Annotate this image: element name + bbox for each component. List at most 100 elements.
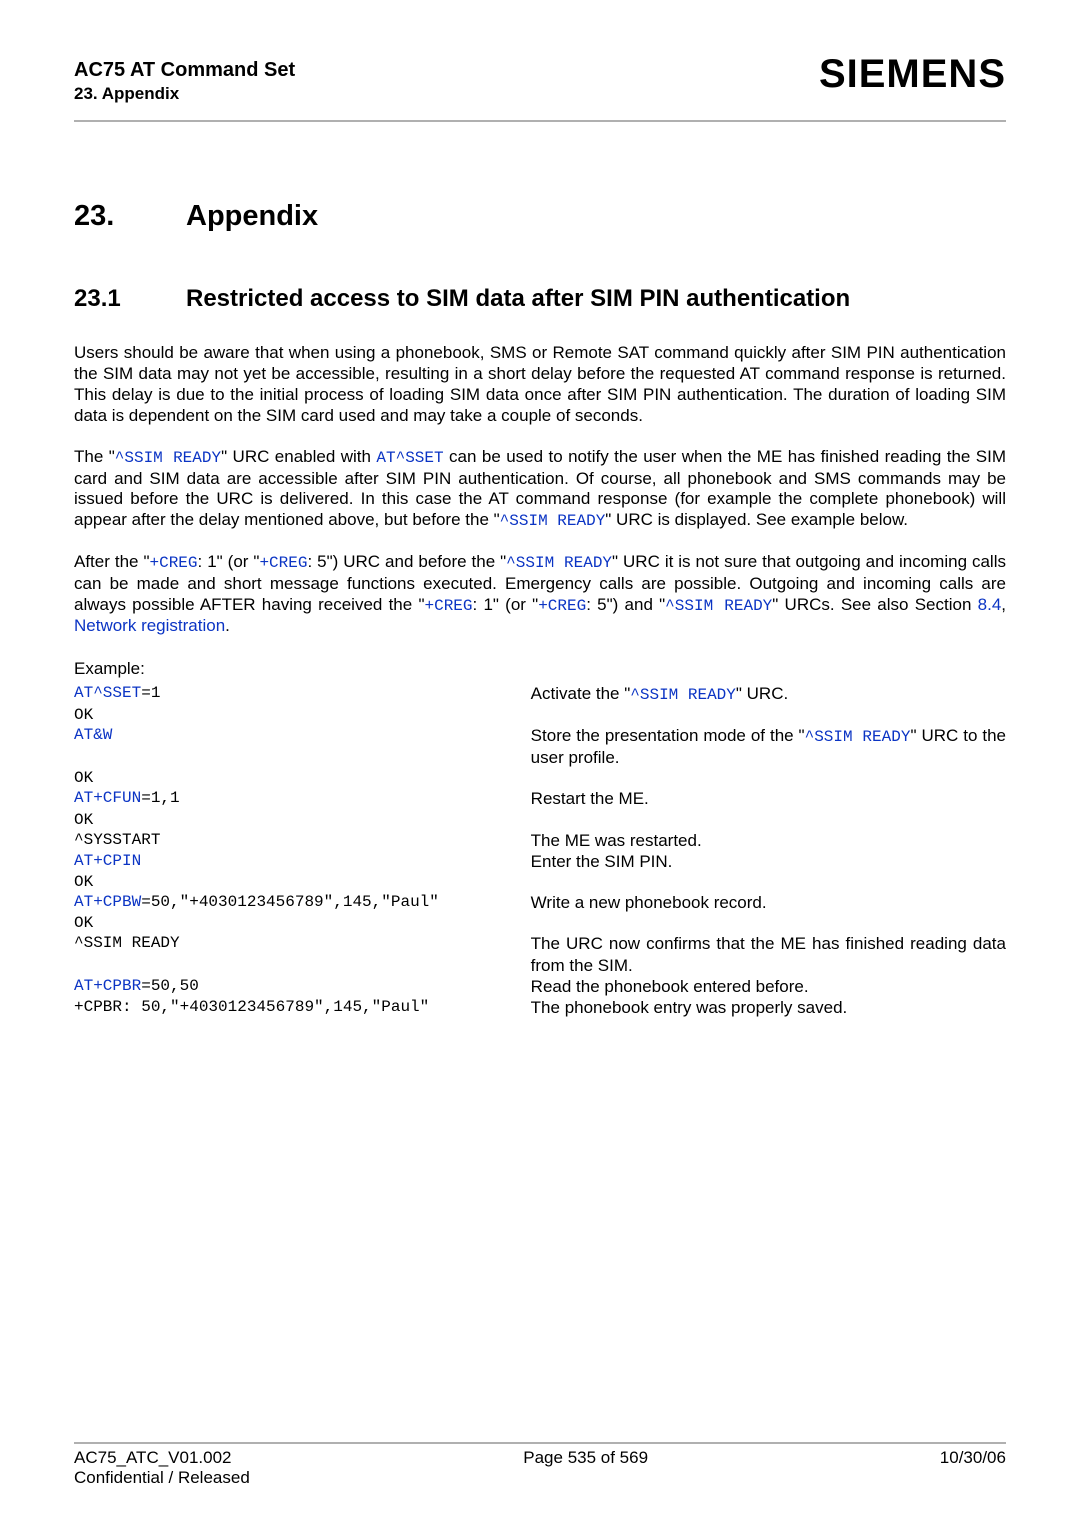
- example-command: OK: [74, 872, 531, 892]
- at-command-link[interactable]: AT+CPBW: [74, 893, 141, 911]
- text: Read the phonebook entered before.: [531, 977, 809, 996]
- doc-title: AC75 AT Command Set: [74, 58, 295, 83]
- command-text: OK: [74, 914, 93, 932]
- footer-confidential: Confidential / Released: [74, 1468, 1006, 1488]
- siemens-logo: SIEMENS: [819, 52, 1006, 97]
- text: : 5") and ": [586, 595, 665, 614]
- chapter-heading: 23. Appendix: [74, 200, 1006, 233]
- example-description: Read the phonebook entered before.: [531, 976, 1006, 997]
- example-description: Activate the "^SSIM READY" URC.: [531, 683, 1006, 705]
- example-row: AT+CPBW=50,"+4030123456789",145,"Paul"Wr…: [74, 892, 1006, 913]
- text: The phonebook entry was properly saved.: [531, 998, 848, 1017]
- creg-link[interactable]: +CREG: [538, 597, 586, 615]
- text: Enter the SIM PIN.: [531, 852, 673, 871]
- ssim-ready-link[interactable]: ^SSIM READY: [115, 449, 221, 467]
- text: " URCs. See also Section: [772, 595, 977, 614]
- example-row: AT^SSET=1Activate the "^SSIM READY" URC.: [74, 683, 1006, 705]
- text: Activate the ": [531, 684, 631, 703]
- example-command: AT+CPIN: [74, 851, 531, 872]
- section-8-4-link[interactable]: 8.4: [978, 595, 1002, 614]
- ssim-ready-link[interactable]: ^SSIM READY: [805, 728, 911, 746]
- example-row: OK: [74, 705, 1006, 725]
- text: " URC.: [736, 684, 788, 703]
- example-description: [531, 810, 1006, 830]
- example-command: OK: [74, 705, 531, 725]
- example-command: AT&W: [74, 725, 531, 768]
- command-text: =50,"+4030123456789",145,"Paul": [141, 893, 439, 911]
- example-command: +CPBR: 50,"+4030123456789",145,"Paul": [74, 997, 531, 1018]
- example-command: AT+CPBR=50,50: [74, 976, 531, 997]
- example-row: OK: [74, 913, 1006, 933]
- example-command: OK: [74, 913, 531, 933]
- creg-link[interactable]: +CREG: [150, 554, 198, 572]
- example-row: OK: [74, 810, 1006, 830]
- example-row: AT+CPIN Enter the SIM PIN.: [74, 851, 1006, 872]
- example-description: Store the presentation mode of the "^SSI…: [531, 725, 1006, 768]
- ssim-ready-link[interactable]: ^SSIM READY: [630, 686, 736, 704]
- example-description: [531, 768, 1006, 788]
- command-text: ^SSIM READY: [74, 934, 180, 952]
- command-text: =1: [141, 684, 160, 702]
- example-command: OK: [74, 768, 531, 788]
- text: : 5") URC and before the ": [307, 552, 506, 571]
- command-text: OK: [74, 811, 93, 829]
- example-description: [531, 913, 1006, 933]
- ssim-ready-link[interactable]: ^SSIM READY: [500, 512, 606, 530]
- text: The ": [74, 447, 115, 466]
- example-table: AT^SSET=1Activate the "^SSIM READY" URC.…: [74, 683, 1006, 1018]
- paragraph-3: After the "+CREG: 1" (or "+CREG: 5") URC…: [74, 552, 1006, 637]
- ssim-ready-link[interactable]: ^SSIM READY: [506, 554, 612, 572]
- example-row: AT+CFUN=1,1Restart the ME.: [74, 788, 1006, 809]
- at-sset-link[interactable]: AT^SSET: [376, 449, 443, 467]
- text: Store the presentation mode of the ": [531, 726, 805, 745]
- paragraph-2: The "^SSIM READY" URC enabled with AT^SS…: [74, 447, 1006, 532]
- example-row: AT+CPBR=50,50Read the phonebook entered …: [74, 976, 1006, 997]
- at-command-link[interactable]: AT+CFUN: [74, 789, 141, 807]
- example-description: Restart the ME.: [531, 788, 1006, 809]
- example-row: AT&W Store the presentation mode of the "…: [74, 725, 1006, 768]
- text: ,: [1001, 595, 1006, 614]
- at-command-link[interactable]: AT&W: [74, 726, 112, 744]
- section-number: 23.1: [74, 285, 186, 313]
- text: " URC is displayed. See example below.: [605, 510, 908, 529]
- header-left: AC75 AT Command Set 23. Appendix: [74, 58, 295, 104]
- page-header: AC75 AT Command Set 23. Appendix SIEMENS: [74, 58, 1006, 104]
- creg-link[interactable]: +CREG: [424, 597, 472, 615]
- text: After the ": [74, 552, 150, 571]
- example-row: +CPBR: 50,"+4030123456789",145,"Paul" The…: [74, 997, 1006, 1018]
- at-command-link[interactable]: AT+CPBR: [74, 977, 141, 995]
- example-command: AT^SSET=1: [74, 683, 531, 705]
- at-command-link[interactable]: AT+CPIN: [74, 852, 141, 870]
- command-text: OK: [74, 769, 93, 787]
- example-description: The URC now confirms that the ME has fin…: [531, 933, 1006, 976]
- chapter-number: 23.: [74, 200, 186, 233]
- command-text: OK: [74, 706, 93, 724]
- example-label: Example:: [74, 659, 1006, 679]
- example-row: ^SSIM READY The URC now confirms that the…: [74, 933, 1006, 976]
- page-footer: AC75_ATC_V01.002 Page 535 of 569 10/30/0…: [74, 1442, 1006, 1488]
- example-row: ^SYSSTARTThe ME was restarted.: [74, 830, 1006, 851]
- command-text: OK: [74, 873, 93, 891]
- network-registration-link[interactable]: Network registration: [74, 616, 225, 635]
- example-command: AT+CPBW=50,"+4030123456789",145,"Paul": [74, 892, 531, 913]
- text: " URC enabled with: [221, 447, 376, 466]
- footer-center: Page 535 of 569: [523, 1448, 648, 1468]
- example-description: Enter the SIM PIN.: [531, 851, 1006, 872]
- ssim-ready-link[interactable]: ^SSIM READY: [665, 597, 772, 615]
- command-text: =1,1: [141, 789, 179, 807]
- example-command: AT+CFUN=1,1: [74, 788, 531, 809]
- at-command-link[interactable]: AT^SSET: [74, 684, 141, 702]
- creg-link[interactable]: +CREG: [259, 554, 307, 572]
- example-row: OK: [74, 872, 1006, 892]
- text: : 1" (or ": [473, 595, 539, 614]
- example-description: [531, 705, 1006, 725]
- text: .: [225, 616, 230, 635]
- paragraph-1: Users should be aware that when using a …: [74, 343, 1006, 427]
- command-text: =50,50: [141, 977, 199, 995]
- section-title-text: Restricted access to SIM data after SIM …: [186, 285, 850, 313]
- text: The ME was restarted.: [531, 831, 702, 850]
- example-description: [531, 872, 1006, 892]
- text: : 1" (or ": [198, 552, 260, 571]
- text: Restart the ME.: [531, 789, 649, 808]
- command-text: +CPBR: 50,"+4030123456789",145,"Paul": [74, 998, 429, 1016]
